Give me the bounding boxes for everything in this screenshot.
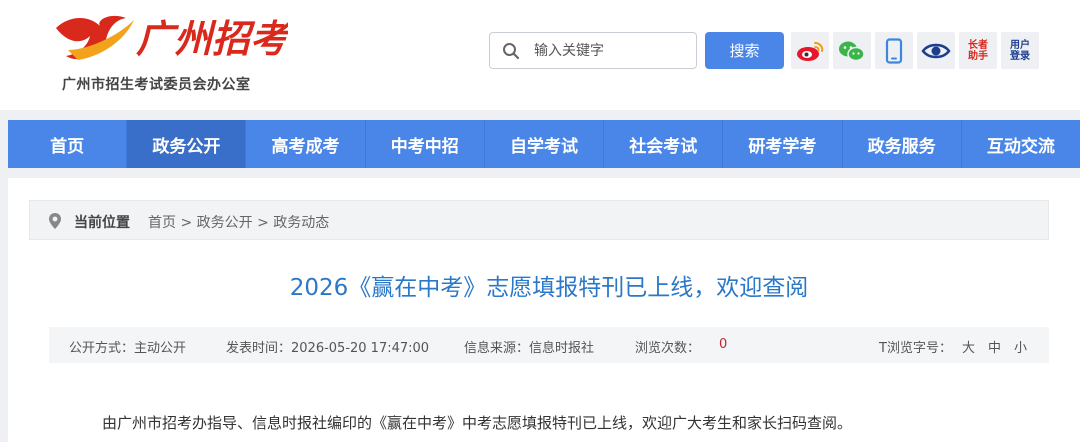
- search-input[interactable]: [534, 39, 684, 63]
- meta-font-size-label: T浏览字号：: [879, 341, 952, 356]
- meta-views-count: 0: [719, 337, 728, 352]
- meta-views-label: 浏览次数：: [635, 341, 701, 356]
- breadcrumb: 当前位置 首页 > 政务公开 > 政务动态: [29, 200, 1049, 240]
- elder-assistant-line1: 长者: [968, 39, 988, 51]
- meta-source: 信息来源：信息时报社: [464, 341, 595, 356]
- nav-item-home[interactable]: 首页: [8, 120, 128, 168]
- breadcrumb-label: 当前位置: [74, 215, 130, 231]
- user-login-button[interactable]: 用户 登录: [1001, 32, 1039, 69]
- eye-icon: [921, 43, 951, 58]
- search-icon: [503, 43, 520, 60]
- nav-item-zhongkao[interactable]: 中考中招: [366, 120, 485, 168]
- mobile-phone-icon: [885, 37, 903, 64]
- wechat-button[interactable]: [833, 32, 871, 69]
- weibo-icon: [797, 41, 824, 61]
- search-box: [489, 32, 697, 69]
- font-size-medium-button[interactable]: 中: [988, 337, 1001, 356]
- user-login-line2: 登录: [1010, 50, 1030, 62]
- nav-item-government-affairs[interactable]: 政务公开: [127, 120, 247, 168]
- nav-item-interaction[interactable]: 互动交流: [962, 120, 1080, 168]
- nav-item-graduate-exam[interactable]: 研考学考: [723, 120, 843, 168]
- site-header: 广州招考 广州市招生考试委员会办公室 搜索: [0, 0, 1080, 110]
- breadcrumb-path[interactable]: 首页 > 政务公开 > 政务动态: [148, 212, 329, 232]
- mobile-button[interactable]: [875, 32, 913, 69]
- main-nav: 首页 政务公开 高考成考 中考中招 自学考试 社会考试 研考学考 政务服务 互动…: [8, 120, 1080, 168]
- logo-emblem: 广州招考: [56, 15, 293, 61]
- nav-item-self-study-exam[interactable]: 自学考试: [485, 120, 605, 168]
- article-body-paragraph: 由广州市招考办指导、信息时报社编印的《赢在中考》中考志愿填报特刊已上线，欢迎广大…: [102, 414, 853, 432]
- nav-item-social-exam[interactable]: 社会考试: [604, 120, 724, 168]
- elder-assistant-line2: 助手: [968, 50, 988, 62]
- font-size-small-button[interactable]: 小: [1014, 337, 1027, 356]
- nav-item-gaokao[interactable]: 高考成考: [246, 120, 366, 168]
- article-title: 2026《赢在中考》志愿填报特刊已上线，欢迎查阅: [289, 275, 809, 301]
- location-pin-icon: [49, 213, 61, 229]
- meta-published: 发表时间：2026-05-20 17:47:00: [226, 341, 430, 356]
- article-meta: 公开方式：主动公开 发表时间：2026-05-20 17:47:00 信息来源：…: [49, 327, 1049, 363]
- logo-text: 广州招考: [136, 16, 288, 61]
- site-subtitle: 广州市招生考试委员会办公室: [62, 77, 251, 93]
- content-panel: 当前位置 首页 > 政务公开 > 政务动态 2026《赢在中考》志愿填报特刊已上…: [8, 178, 1080, 442]
- weibo-button[interactable]: [791, 32, 829, 69]
- search-button[interactable]: 搜索: [705, 32, 784, 69]
- user-login-line1: 用户: [1010, 39, 1030, 51]
- meta-disclosure: 公开方式：主动公开: [69, 341, 187, 356]
- accessibility-button[interactable]: [917, 32, 955, 69]
- elder-assistant-button[interactable]: 长者 助手: [959, 32, 997, 69]
- wechat-icon: [839, 41, 865, 61]
- nav-item-services[interactable]: 政务服务: [843, 120, 962, 168]
- font-size-large-button[interactable]: 大: [962, 337, 975, 356]
